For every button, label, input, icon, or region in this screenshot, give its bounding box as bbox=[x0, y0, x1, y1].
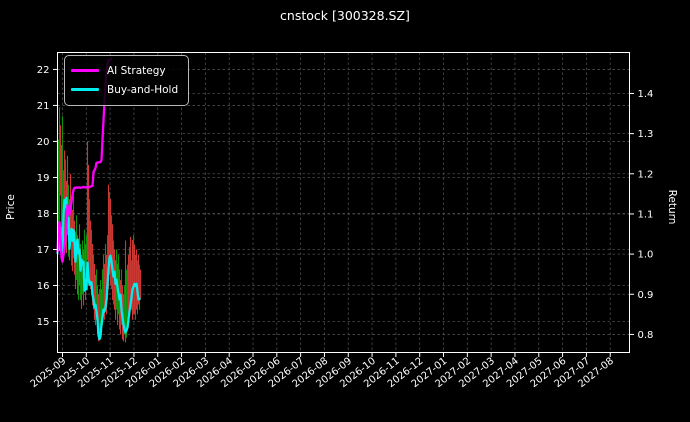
chart-container: cnstock [300328.SZ] 15 16 17 18 19 20 21 22 0.8 0… bbox=[0, 0, 690, 422]
svg-text:1.1: 1.1 bbox=[638, 209, 654, 220]
legend-label: AI Strategy bbox=[107, 64, 166, 77]
buy-and-hold-line-swatch bbox=[71, 88, 99, 91]
legend-item-ai-strategy: AI Strategy bbox=[71, 61, 178, 80]
svg-text:19: 19 bbox=[37, 173, 50, 184]
svg-text:21: 21 bbox=[37, 101, 50, 112]
svg-text:1.0: 1.0 bbox=[638, 250, 654, 261]
svg-text:15: 15 bbox=[37, 317, 50, 328]
svg-text:1.4: 1.4 bbox=[638, 89, 654, 100]
legend: AI Strategy Buy-and-Hold bbox=[64, 55, 190, 106]
legend-item-buy-and-hold: Buy-and-Hold bbox=[71, 80, 178, 99]
y-axis-label-price: Price bbox=[5, 194, 17, 220]
svg-text:17: 17 bbox=[37, 245, 50, 256]
svg-text:18: 18 bbox=[37, 209, 50, 220]
legend-label: Buy-and-Hold bbox=[107, 83, 179, 96]
svg-text:1.2: 1.2 bbox=[638, 169, 654, 180]
svg-text:0.9: 0.9 bbox=[638, 290, 654, 301]
svg-text:16: 16 bbox=[37, 281, 50, 292]
svg-text:20: 20 bbox=[37, 137, 50, 148]
svg-text:1.3: 1.3 bbox=[638, 129, 654, 140]
svg-text:0.8: 0.8 bbox=[638, 330, 654, 341]
svg-text:22: 22 bbox=[37, 65, 50, 76]
y-axis-label-return: Return bbox=[666, 189, 678, 225]
ai-strategy-line-swatch bbox=[71, 69, 99, 72]
